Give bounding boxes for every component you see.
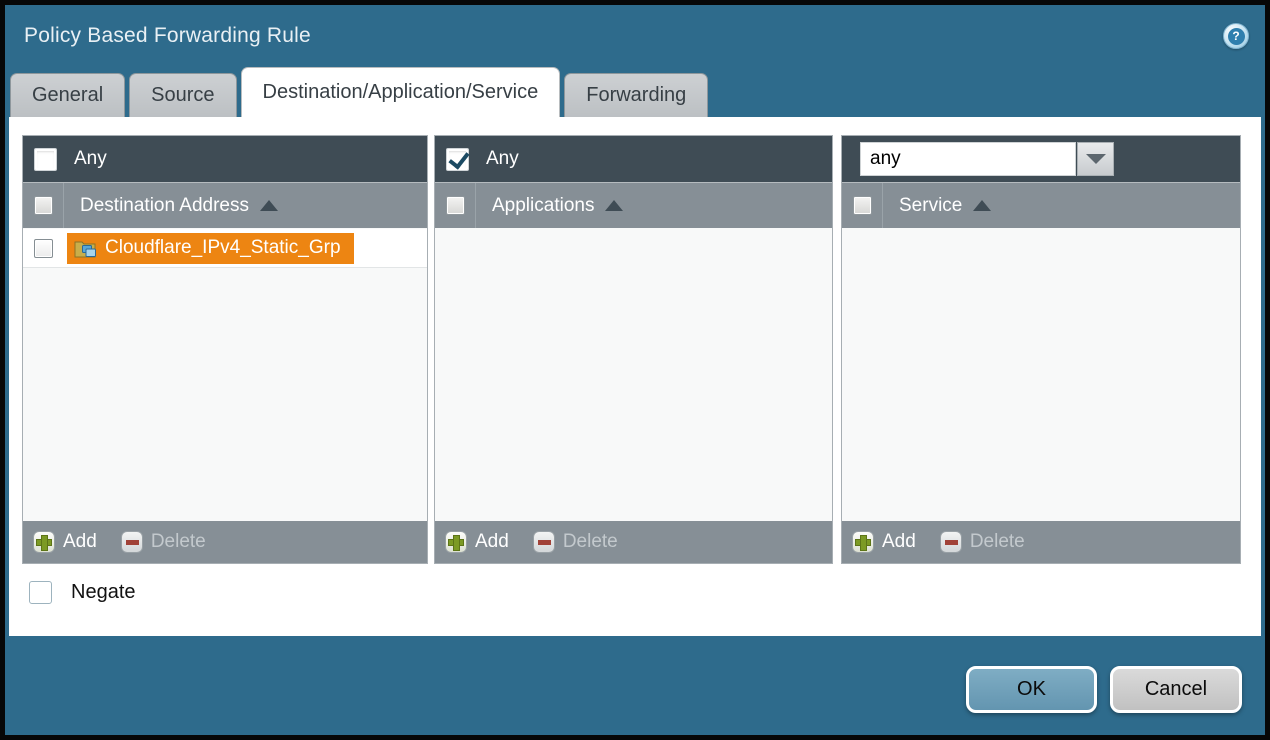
table-row[interactable]: Cloudflare_IPv4_Static_Grp bbox=[23, 229, 427, 268]
applications-column-header: Applications bbox=[435, 182, 832, 228]
service-footer: Add Delete bbox=[842, 521, 1240, 563]
tab-forwarding[interactable]: Forwarding bbox=[564, 73, 708, 117]
destination-any-label: Any bbox=[74, 148, 107, 170]
negate-option: Negate bbox=[29, 581, 136, 604]
address-group-icon bbox=[74, 238, 97, 258]
applications-any-checkbox[interactable] bbox=[446, 148, 469, 171]
tab-source[interactable]: Source bbox=[129, 73, 236, 117]
destination-list: Cloudflare_IPv4_Static_Grp bbox=[23, 229, 427, 521]
ok-button[interactable]: OK bbox=[966, 666, 1097, 713]
dialog-buttons: OK Cancel bbox=[966, 666, 1242, 713]
delete-button: Delete bbox=[533, 531, 618, 553]
sort-ascending-icon[interactable] bbox=[605, 200, 623, 211]
service-list bbox=[842, 229, 1240, 521]
help-icon[interactable]: ? bbox=[1223, 23, 1249, 49]
applications-any-label: Any bbox=[486, 148, 519, 170]
destination-header-label[interactable]: Destination Address bbox=[80, 195, 249, 217]
add-button[interactable]: Add bbox=[445, 531, 509, 553]
destination-address-column: Any Destination Address bbox=[22, 135, 428, 564]
service-type-dropdown[interactable]: any bbox=[860, 142, 1114, 176]
dialog-title: Policy Based Forwarding Rule bbox=[24, 24, 311, 48]
tab-destination-application-service[interactable]: Destination/Application/Service bbox=[241, 67, 561, 117]
applications-select-all-checkbox[interactable] bbox=[446, 196, 465, 215]
minus-icon bbox=[121, 531, 143, 553]
titlebar: Policy Based Forwarding Rule ? bbox=[5, 5, 1265, 67]
service-dropdown-bar: any bbox=[842, 136, 1240, 182]
destination-any-bar: Any bbox=[23, 136, 427, 182]
row-checkbox[interactable] bbox=[34, 239, 53, 258]
service-column-header: Service bbox=[842, 182, 1240, 228]
destination-footer: Add Delete bbox=[23, 521, 427, 563]
plus-icon bbox=[852, 531, 874, 553]
cancel-button[interactable]: Cancel bbox=[1110, 666, 1242, 713]
tab-general[interactable]: General bbox=[10, 73, 125, 117]
policy-based-forwarding-dialog: Policy Based Forwarding Rule ? General S… bbox=[0, 0, 1270, 740]
dropdown-button[interactable] bbox=[1077, 142, 1114, 176]
sort-ascending-icon[interactable] bbox=[260, 200, 278, 211]
plus-icon bbox=[33, 531, 55, 553]
service-header-label[interactable]: Service bbox=[899, 195, 962, 217]
minus-icon bbox=[940, 531, 962, 553]
service-type-value[interactable]: any bbox=[860, 142, 1076, 176]
minus-icon bbox=[533, 531, 555, 553]
negate-checkbox[interactable] bbox=[29, 581, 52, 604]
destination-any-checkbox[interactable] bbox=[34, 148, 57, 171]
add-button[interactable]: Add bbox=[852, 531, 916, 553]
tab-bar: General Source Destination/Application/S… bbox=[5, 67, 1265, 117]
applications-footer: Add Delete bbox=[435, 521, 832, 563]
applications-header-label[interactable]: Applications bbox=[492, 195, 594, 217]
destination-column-header: Destination Address bbox=[23, 182, 427, 228]
chevron-down-icon bbox=[1086, 154, 1106, 164]
add-button[interactable]: Add bbox=[33, 531, 97, 553]
address-object-name: Cloudflare_IPv4_Static_Grp bbox=[105, 237, 341, 259]
plus-icon bbox=[445, 531, 467, 553]
delete-button: Delete bbox=[940, 531, 1025, 553]
question-mark-icon: ? bbox=[1228, 28, 1245, 45]
destination-select-all-checkbox[interactable] bbox=[34, 196, 53, 215]
applications-column: Any Applications Add Delete bbox=[434, 135, 833, 564]
service-column: any Service Add bbox=[841, 135, 1241, 564]
negate-label: Negate bbox=[71, 581, 136, 604]
delete-button: Delete bbox=[121, 531, 206, 553]
applications-list bbox=[435, 229, 832, 521]
service-select-all-checkbox[interactable] bbox=[853, 196, 872, 215]
tab-content: Any Destination Address bbox=[9, 117, 1261, 636]
selected-address-object[interactable]: Cloudflare_IPv4_Static_Grp bbox=[67, 233, 354, 264]
applications-any-bar: Any bbox=[435, 136, 832, 182]
sort-ascending-icon[interactable] bbox=[973, 200, 991, 211]
